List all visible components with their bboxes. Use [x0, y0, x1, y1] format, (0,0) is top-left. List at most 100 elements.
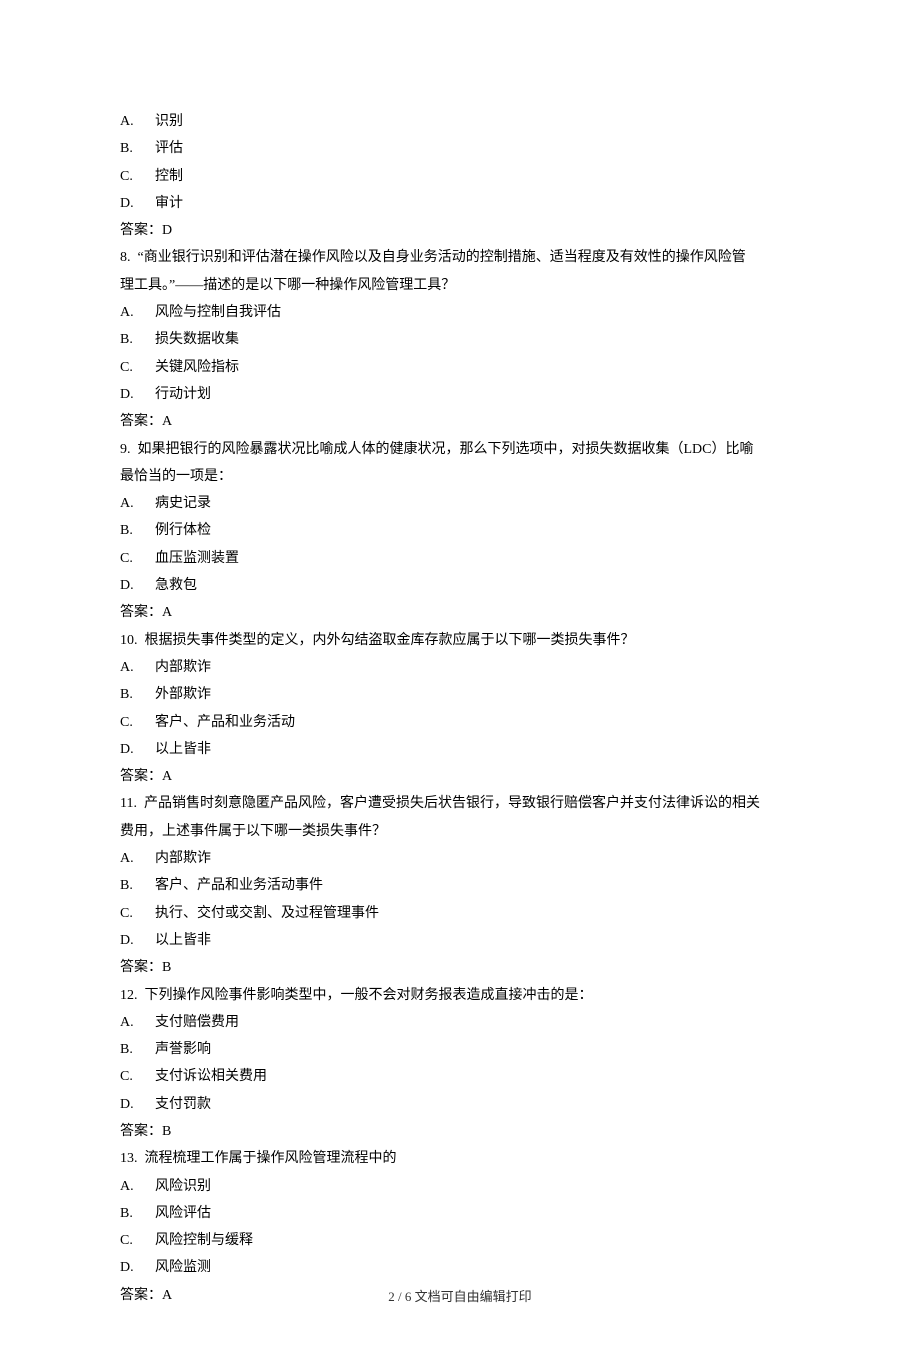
q7-opt-d-letter: D. [120, 190, 155, 217]
q13-opt-b-text: 风险评估 [155, 1206, 211, 1221]
q8-option: B.损失数据收集 [120, 326, 800, 353]
q13-option: C.风险控制与缓释 [120, 1227, 800, 1254]
q10-opt-a-text: 内部欺诈 [155, 660, 211, 675]
q10-option: B.外部欺诈 [120, 681, 800, 708]
q9-opt-c-text: 血压监测装置 [155, 551, 239, 566]
q12-stem-text: 下列操作风险事件影响类型中，一般不会对财务报表造成直接冲击的是： [145, 988, 593, 1003]
q13-opt-d-text: 风险监测 [155, 1260, 211, 1275]
q13-option: D.风险监测 [120, 1254, 800, 1281]
q12-option: A.支付赔偿费用 [120, 1009, 800, 1036]
q9-option: D.急救包 [120, 572, 800, 599]
q12-opt-a-letter: A. [120, 1009, 155, 1036]
q7-option: B.评估 [120, 135, 800, 162]
q10-opt-d-letter: D. [120, 736, 155, 763]
q10-answer: 答案：A [120, 763, 800, 790]
q7-answer: 答案：D [120, 217, 800, 244]
q7-option: A.识别 [120, 108, 800, 135]
q13-opt-a-letter: A. [120, 1173, 155, 1200]
q13-stem-text: 流程梳理工作属于操作风险管理流程中的 [145, 1151, 397, 1166]
page-number: 2 / 6 [388, 1289, 411, 1304]
q13-opt-c-text: 风险控制与缓释 [155, 1233, 253, 1248]
q12-stem: 12. 下列操作风险事件影响类型中，一般不会对财务报表造成直接冲击的是： [120, 982, 800, 1009]
q8-stem-line1: 8. “商业银行识别和评估潜在操作风险以及自身业务活动的控制措施、适当程度及有效… [120, 244, 800, 271]
q10-opt-b-letter: B. [120, 681, 155, 708]
q11-opt-d-text: 以上皆非 [155, 933, 211, 948]
q7-option: C.控制 [120, 163, 800, 190]
q11-opt-b-letter: B. [120, 872, 155, 899]
q10-option: D.以上皆非 [120, 736, 800, 763]
q12-opt-d-letter: D. [120, 1091, 155, 1118]
q7-opt-c-text: 控制 [155, 169, 183, 184]
q8-stem-a: “商业银行识别和评估潜在操作风险以及自身业务活动的控制措施、适当程度及有效性的操… [138, 250, 746, 265]
q10-stem-text: 根据损失事件类型的定义，内外勾结盗取金库存款应属于以下哪一类损失事件？ [145, 633, 635, 648]
q13-opt-a-text: 风险识别 [155, 1179, 211, 1194]
q8-opt-a-text: 风险与控制自我评估 [155, 305, 281, 320]
q7-opt-c-letter: C. [120, 163, 155, 190]
document-page: A.识别 B.评估 C.控制 D.审计 答案：D 8. “商业银行识别和评估潜在… [0, 0, 920, 1349]
q9-answer: 答案：A [120, 599, 800, 626]
q7-opt-b-text: 评估 [155, 141, 183, 156]
q9-stem-line1: 9. 如果把银行的风险暴露状况比喻成人体的健康状况，那么下列选项中，对损失数据收… [120, 436, 800, 463]
q12-opt-b-text: 声誉影响 [155, 1042, 211, 1057]
q13-opt-b-letter: B. [120, 1200, 155, 1227]
q10-stem: 10. 根据损失事件类型的定义，内外勾结盗取金库存款应属于以下哪一类损失事件？ [120, 627, 800, 654]
q9-opt-a-letter: A. [120, 490, 155, 517]
q9-option: B.例行体检 [120, 517, 800, 544]
q9-opt-c-letter: C. [120, 545, 155, 572]
q8-opt-c-letter: C. [120, 354, 155, 381]
q11-opt-d-letter: D. [120, 927, 155, 954]
q8-answer: 答案：A [120, 408, 800, 435]
q10-option: A.内部欺诈 [120, 654, 800, 681]
q9-stem-a: 如果把银行的风险暴露状况比喻成人体的健康状况，那么下列选项中，对损失数据收集（L… [138, 442, 754, 457]
q12-option: D.支付罚款 [120, 1091, 800, 1118]
q8-option: C.关键风险指标 [120, 354, 800, 381]
q8-number: 8. [120, 244, 131, 271]
q11-stem-line1: 11. 产品销售时刻意隐匿产品风险，客户遭受损失后状告银行，导致银行赔偿客户并支… [120, 790, 800, 817]
page-footer: 2 / 6 文档可自由编辑打印 [0, 1284, 920, 1309]
q11-opt-b-text: 客户、产品和业务活动事件 [155, 878, 323, 893]
q10-opt-d-text: 以上皆非 [155, 742, 211, 757]
q11-stem-a: 产品销售时刻意隐匿产品风险，客户遭受损失后状告银行，导致银行赔偿客户并支付法律诉… [144, 796, 760, 811]
q11-opt-c-letter: C. [120, 900, 155, 927]
q9-stem-line2: 最恰当的一项是： [120, 463, 800, 490]
q10-opt-c-text: 客户、产品和业务活动 [155, 715, 295, 730]
q7-opt-d-text: 审计 [155, 196, 183, 211]
q7-option: D.审计 [120, 190, 800, 217]
q12-number: 12. [120, 982, 138, 1009]
q7-opt-b-letter: B. [120, 135, 155, 162]
q12-opt-b-letter: B. [120, 1036, 155, 1063]
q9-option: A.病史记录 [120, 490, 800, 517]
q10-opt-b-text: 外部欺诈 [155, 687, 211, 702]
q9-number: 9. [120, 436, 131, 463]
q8-opt-d-text: 行动计划 [155, 387, 211, 402]
q12-opt-c-text: 支付诉讼相关费用 [155, 1069, 267, 1084]
q9-opt-b-letter: B. [120, 517, 155, 544]
q10-option: C.客户、产品和业务活动 [120, 709, 800, 736]
q11-option: C.执行、交付或交割、及过程管理事件 [120, 900, 800, 927]
q8-opt-b-letter: B. [120, 326, 155, 353]
q11-number: 11. [120, 790, 137, 817]
q9-opt-d-text: 急救包 [155, 578, 197, 593]
q11-option: D.以上皆非 [120, 927, 800, 954]
q8-option: A.风险与控制自我评估 [120, 299, 800, 326]
q13-stem: 13. 流程梳理工作属于操作风险管理流程中的 [120, 1145, 800, 1172]
q13-opt-d-letter: D. [120, 1254, 155, 1281]
q11-answer: 答案：B [120, 954, 800, 981]
q10-number: 10. [120, 627, 138, 654]
q13-number: 13. [120, 1145, 138, 1172]
q12-answer: 答案：B [120, 1118, 800, 1145]
q7-opt-a-letter: A. [120, 108, 155, 135]
q12-option: B.声誉影响 [120, 1036, 800, 1063]
q8-opt-c-text: 关键风险指标 [155, 360, 239, 375]
q13-option: A.风险识别 [120, 1173, 800, 1200]
q8-option: D.行动计划 [120, 381, 800, 408]
q10-opt-a-letter: A. [120, 654, 155, 681]
q13-option: B.风险评估 [120, 1200, 800, 1227]
q12-opt-c-letter: C. [120, 1063, 155, 1090]
q9-option: C.血压监测装置 [120, 545, 800, 572]
q11-opt-c-text: 执行、交付或交割、及过程管理事件 [155, 906, 379, 921]
q8-opt-b-text: 损失数据收集 [155, 332, 239, 347]
q9-opt-b-text: 例行体检 [155, 523, 211, 538]
q11-stem-line2: 费用，上述事件属于以下哪一类损失事件？ [120, 818, 800, 845]
q12-opt-d-text: 支付罚款 [155, 1097, 211, 1112]
